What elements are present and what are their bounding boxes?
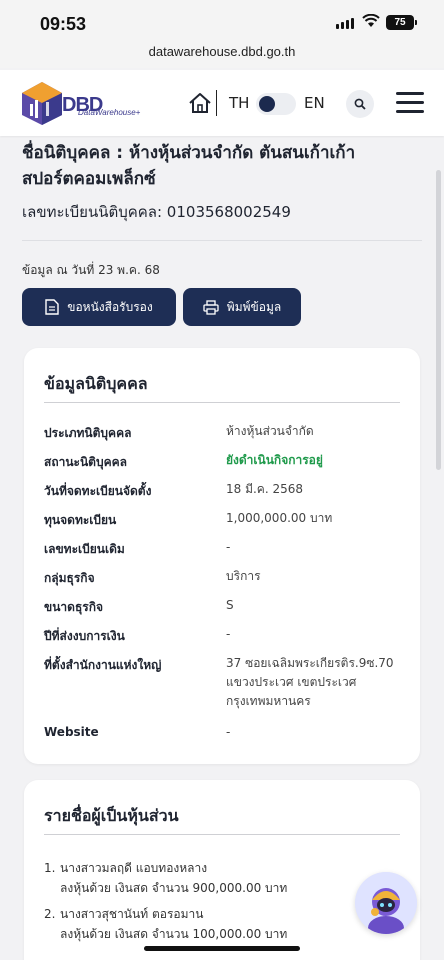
registration-date-label: วันที่จดทะเบียนจัดตั้ง <box>44 484 152 498</box>
registered-capital-label: ทุนจดทะเบียน <box>44 513 117 527</box>
header-divider <box>216 90 217 116</box>
home-indicator <box>144 946 300 951</box>
home-icon[interactable] <box>188 92 212 114</box>
partner-number: 1. <box>44 861 56 875</box>
cellular-signal-icon <box>336 18 354 29</box>
document-icon <box>45 299 59 315</box>
battery-icon: 75 <box>386 15 417 30</box>
entity-type-value: ห้างหุ้นส่วนจำกัด <box>226 424 314 438</box>
business-size-value: S <box>226 598 234 612</box>
registered-capital-value: 1,000,000.00 บาท <box>226 511 333 525</box>
dbd-logo[interactable]: DBD DataWarehouse+ <box>20 80 148 126</box>
former-reg-no-value: - <box>226 540 231 554</box>
head-office-label: ที่ตั้งสำนักงานแห่งใหญ่ <box>44 658 162 672</box>
registration-date-value: 18 มี.ค. 2568 <box>226 482 304 496</box>
former-reg-no-label: เลขทะเบียนเดิม <box>44 542 125 556</box>
status-time: 09:53 <box>40 14 87 34</box>
business-size-label: ขนาดธุรกิจ <box>44 600 104 614</box>
section-divider <box>22 240 422 241</box>
entity-status-label: สถานะนิติบุคคล <box>44 455 127 469</box>
request-certificate-label: ขอหนังสือรับรอง <box>67 299 153 314</box>
entity-type-label: ประเภทนิติบุคคล <box>44 426 132 440</box>
menu-icon[interactable] <box>396 92 424 114</box>
lang-th-label[interactable]: TH <box>229 94 249 112</box>
printer-icon <box>203 299 219 315</box>
logo-subtext: DataWarehouse+ <box>78 108 141 117</box>
registration-number: เลขทะเบียนนิติบุคคล: 0103568002549 <box>22 203 291 221</box>
print-data-button[interactable]: พิมพ์ข้อมูล <box>183 288 301 326</box>
wifi-icon <box>362 14 380 27</box>
website-label: Website <box>44 725 99 739</box>
scrollbar[interactable] <box>436 170 441 470</box>
toggle-knob <box>259 96 275 112</box>
print-data-label: พิมพ์ข้อมูล <box>226 299 282 314</box>
partner-name: นางสาวสุชานันท์ ตอรอมาน <box>60 907 204 921</box>
business-group-value: บริการ <box>226 569 261 583</box>
site-header: DBD DataWarehouse+ TH EN <box>0 70 444 136</box>
chatbot-avatar-icon <box>355 872 417 934</box>
search-icon <box>354 98 366 110</box>
business-group-label: กลุ่มธุรกิจ <box>44 571 95 585</box>
card-divider <box>44 834 400 835</box>
head-office-value: 37 ซอยเฉลิมพระเกียรติร.9ซ.70 แขวงประเวศ … <box>226 656 394 708</box>
chatbot-button[interactable] <box>355 872 417 934</box>
language-toggle[interactable] <box>256 93 296 115</box>
entity-info-title: ข้อมูลนิติบุคคล <box>44 374 148 393</box>
request-certificate-button[interactable]: ขอหนังสือรับรอง <box>22 288 176 326</box>
card-divider <box>44 402 400 403</box>
entity-info-card: ข้อมูลนิติบุคคล ประเภทนิติบุคคล ห้างหุ้น… <box>24 348 420 764</box>
partner-detail: ลงหุ้นด้วย เงินสด จำนวน 900,000.00 บาท <box>60 881 288 895</box>
logo-cube-icon <box>22 82 62 125</box>
partners-card: รายชื่อผู้เป็นหุ้นส่วน 1. นางสาวมลฤดี แอบ… <box>24 780 420 960</box>
partner-item: 1. นางสาวมลฤดี แอบทองหลาง ลงหุ้นด้วย เงิน… <box>44 858 287 898</box>
partner-item: 2. นางสาวสุชานันท์ ตอรอมาน ลงหุ้นด้วย เงิ… <box>44 904 287 944</box>
partner-detail: ลงหุ้นด้วย เงินสด จำนวน 100,000.00 บาท <box>60 927 288 941</box>
entity-status-value: ยังดำเนินกิจการอยู่ <box>226 453 323 467</box>
search-button[interactable] <box>346 90 374 118</box>
url-bar[interactable]: datawarehouse.dbd.go.th <box>0 44 444 68</box>
status-bar: 09:53 75 <box>0 0 444 44</box>
data-as-of-date: ข้อมูล ณ วันที่ 23 พ.ค. 68 <box>22 263 160 277</box>
website-value: - <box>226 725 231 739</box>
lang-en-label[interactable]: EN <box>304 94 325 112</box>
partner-number: 2. <box>44 907 56 921</box>
company-name: ชื่อนิติบุคคล : ห้างหุ้นส่วนจำกัด ตันสนเ… <box>22 143 356 189</box>
financial-year-label: ปีที่ส่งงบการเงิน <box>44 629 125 643</box>
financial-year-value: - <box>226 627 231 641</box>
partner-name: นางสาวมลฤดี แอบทองหลาง <box>60 861 208 875</box>
partners-title: รายชื่อผู้เป็นหุ้นส่วน <box>44 806 179 825</box>
